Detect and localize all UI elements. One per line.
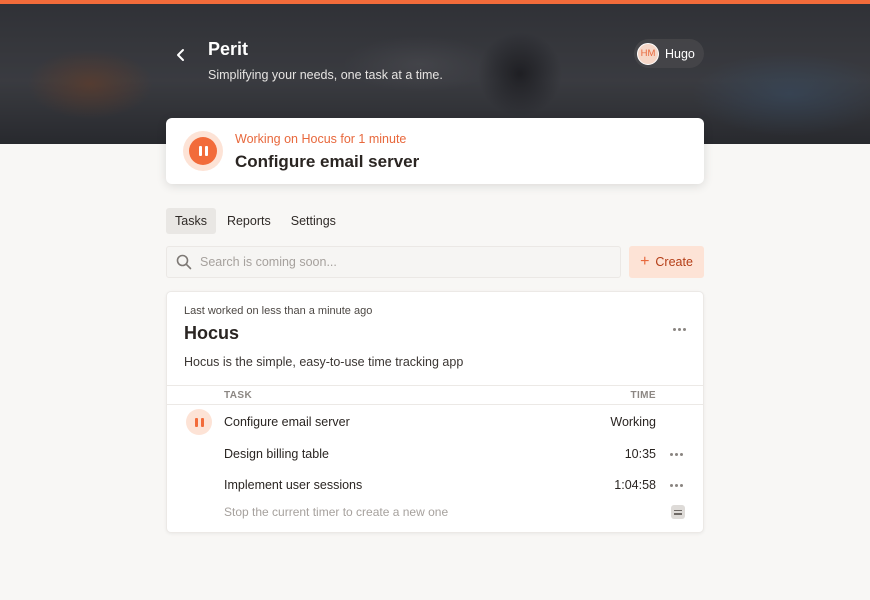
pause-icon <box>189 137 217 165</box>
row-more-icon[interactable] <box>666 478 686 492</box>
app-subtitle: Simplifying your needs, one task at a ti… <box>208 68 443 82</box>
task-name[interactable]: Configure email server <box>224 415 350 429</box>
current-timer-card: Working on Hocus for 1 minute Configure … <box>166 118 704 184</box>
create-button-label: Create <box>655 255 693 269</box>
current-task-title: Configure email server <box>235 152 420 171</box>
column-time: TIME <box>630 390 656 401</box>
pause-timer-button[interactable] <box>183 131 223 171</box>
last-worked-text: Last worked on less than a minute ago <box>184 305 373 317</box>
create-button[interactable]: + Create <box>629 246 704 278</box>
keyboard-icon <box>671 505 685 519</box>
app-title: Perit <box>208 39 249 59</box>
table-row: Configure email server Working <box>167 406 703 436</box>
pause-icon <box>194 417 198 427</box>
back-button[interactable] <box>170 44 192 66</box>
avatar: HM <box>637 42 659 65</box>
search-input[interactable] <box>200 255 600 269</box>
project-description: Hocus is the simple, easy-to-use time tr… <box>184 355 464 369</box>
task-time: 1:04:58 <box>614 478 656 492</box>
search-icon <box>176 254 192 270</box>
project-title: Hocus <box>184 323 240 343</box>
tab-tasks[interactable]: Tasks <box>166 208 216 234</box>
new-task-hint-row: Stop the current timer to create a new o… <box>167 502 703 524</box>
task-time: Working <box>610 415 656 429</box>
project-card: Last worked on less than a minute ago Ho… <box>166 291 704 533</box>
task-time: 10:35 <box>624 447 656 461</box>
task-name[interactable]: Design billing table <box>224 447 329 461</box>
tab-reports[interactable]: Reports <box>218 208 280 234</box>
project-more-icon[interactable] <box>669 322 689 336</box>
row-pause-button[interactable] <box>186 409 212 435</box>
user-menu[interactable]: HM Hugo <box>634 39 704 68</box>
tab-settings[interactable]: Settings <box>282 208 345 234</box>
task-table-header: TASK TIME <box>167 385 703 405</box>
task-name[interactable]: Implement user sessions <box>224 478 362 492</box>
row-more-icon[interactable] <box>666 447 686 461</box>
timer-status: Working on Hocus for 1 minute <box>235 132 407 146</box>
table-row: Design billing table 10:35 <box>167 438 703 468</box>
new-task-hint: Stop the current timer to create a new o… <box>224 505 449 519</box>
table-row: Implement user sessions 1:04:58 <box>167 469 703 499</box>
chevron-left-icon <box>177 49 184 61</box>
column-task: TASK <box>224 390 253 401</box>
tab-bar: Tasks Reports Settings <box>166 208 345 234</box>
plus-icon: + <box>640 253 650 270</box>
search-box <box>166 246 621 278</box>
user-name: Hugo <box>665 46 695 61</box>
